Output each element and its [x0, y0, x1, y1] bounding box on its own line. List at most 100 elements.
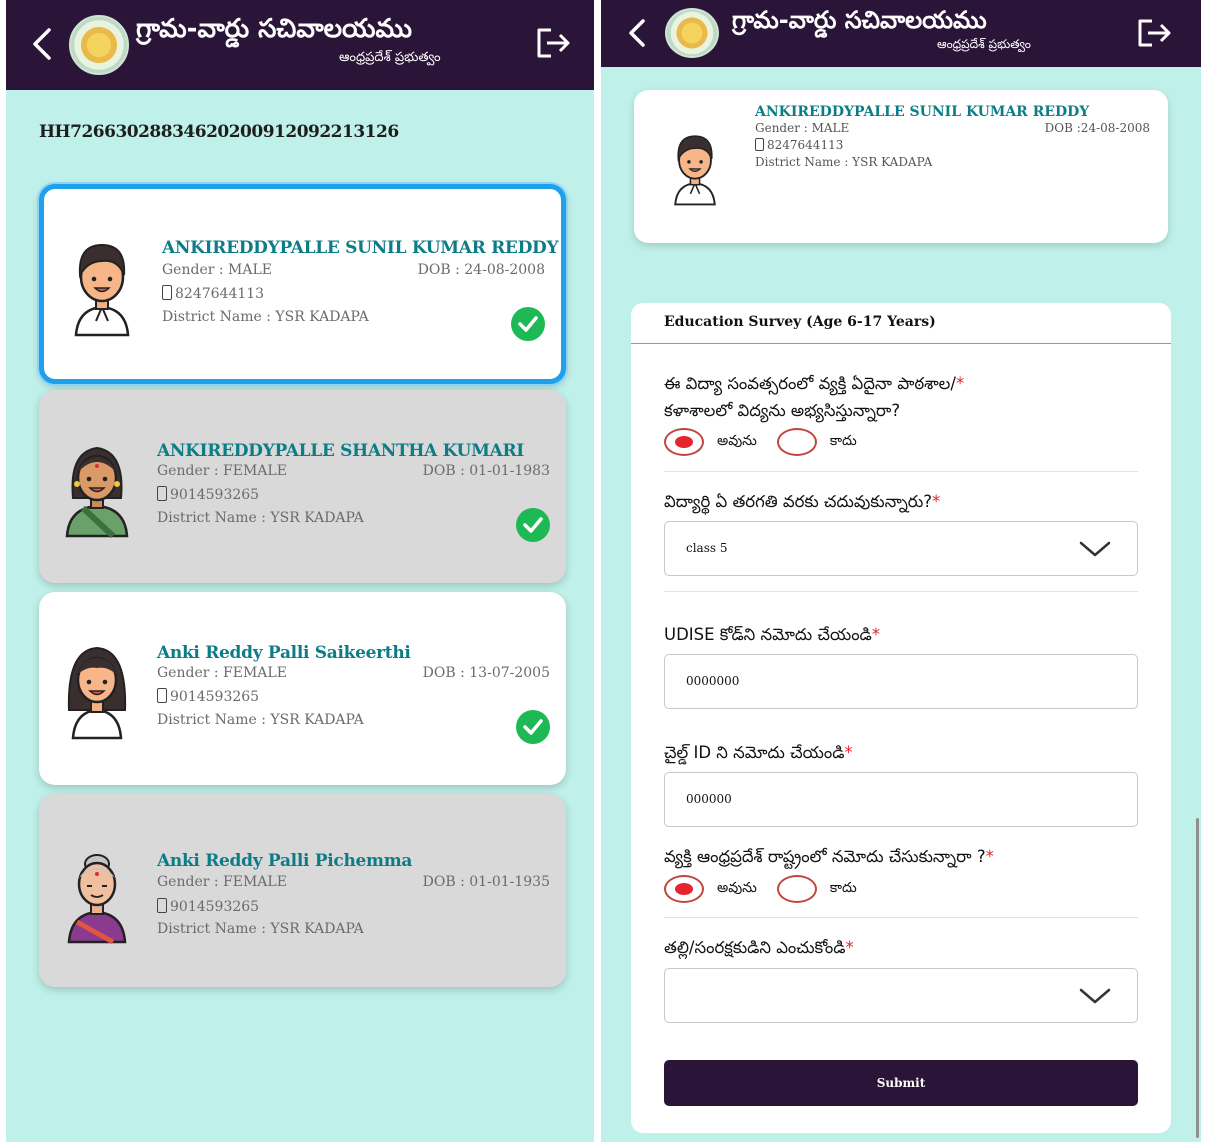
member-district: District Name : YSR KADAPA: [755, 155, 933, 169]
selected-member-card: ANKIREDDYPALLE SUNIL KUMAR REDDY Gender …: [634, 90, 1168, 243]
chevron-down-icon: [1079, 541, 1111, 557]
verified-check-icon: [516, 508, 550, 542]
member-dob: DOB :24-08-2008: [1044, 121, 1150, 135]
member-dob: DOB : 13-07-2005: [422, 665, 550, 681]
question-guardian: తల్లి/సంరక్షకుడిని ఎంచుకోండి*: [664, 938, 854, 957]
boy-avatar-icon: [74, 243, 130, 337]
household-id: HH72663028834620200912092213126: [39, 122, 399, 142]
divider: [664, 917, 1138, 918]
app-subtitle: ఆంధ్రప్రదేశ్ ప్రభుత్వం: [937, 37, 1031, 51]
member-list-screen: గ్రామ-వార్డు సచివాలయము ఆంధ్రప్రదేశ్ ప్రభ…: [6, 0, 594, 1142]
guardian-select[interactable]: [664, 968, 1138, 1023]
divider: [664, 471, 1138, 472]
member-phone: 8247644113: [162, 285, 264, 302]
form-title: Education Survey (Age 6-17 Years): [664, 314, 936, 330]
app-subtitle: ఆంధ్రప్రదేశ్ ప్రభుత్వం: [339, 50, 441, 65]
app-header: గ్రామ-వార్డు సచివాలయము ఆంధ్రప్రదేశ్ ప్రభ…: [6, 0, 594, 90]
logout-button[interactable]: [533, 23, 573, 63]
required-asterisk: *: [844, 743, 853, 762]
member-dob: DOB : 24-08-2008: [417, 262, 545, 278]
radio-label-no: కాదు: [829, 879, 857, 896]
member-name: ANKIREDDYPALLE SUNIL KUMAR REDDY: [162, 238, 559, 258]
phone-icon: [157, 486, 167, 501]
question-registered-ap: వ్యక్తి ఆంధ్రప్రదేశ్ రాష్ట్రంలో నమోదు చే…: [664, 847, 994, 866]
submit-button[interactable]: Submit: [664, 1060, 1138, 1106]
radio-group-studying: అవును కాదు: [664, 428, 877, 456]
chevron-down-icon: [1079, 988, 1111, 1004]
member-district: District Name : YSR KADAPA: [157, 921, 364, 937]
radio-yes-selected[interactable]: [664, 875, 704, 903]
member-dob: DOB : 01-01-1935: [422, 874, 550, 890]
radio-label-no: కాదు: [829, 432, 857, 449]
app-title: గ్రామ-వార్డు సచివాలయము: [732, 6, 987, 34]
ap-government-logo: [665, 8, 719, 58]
member-phone: 9014593265: [157, 898, 259, 915]
member-name: Anki Reddy Palli Pichemma: [157, 851, 413, 871]
udise-code-value: 0000000: [686, 674, 740, 688]
chevron-left-icon: [629, 19, 645, 47]
radio-group-registered: అవును కాదు: [664, 875, 877, 903]
radio-label-yes: అవును: [717, 432, 757, 449]
class-select[interactable]: class 5: [664, 521, 1138, 576]
member-gender: Gender : FEMALE: [157, 463, 287, 479]
logout-icon: [1138, 19, 1171, 47]
member-name: ANKIREDDYPALLE SHANTHA KUMARI: [157, 441, 524, 461]
member-phone: 9014593265: [157, 486, 259, 503]
logout-button[interactable]: [1134, 13, 1174, 53]
scrollbar[interactable]: [1196, 818, 1199, 1138]
phone-icon: [157, 688, 167, 703]
member-card[interactable]: Anki Reddy Palli Pichemma Gender : FEMAL…: [39, 794, 566, 987]
member-gender: Gender : MALE: [162, 262, 273, 278]
radio-label-yes: అవును: [717, 879, 757, 896]
required-asterisk: *: [955, 374, 965, 393]
child-id-input[interactable]: 000000: [664, 772, 1138, 827]
member-card[interactable]: ANKIREDDYPALLE SUNIL KUMAR REDDY Gender …: [39, 184, 566, 384]
app-header: గ్రామ-వార్డు సచివాలయము ఆంధ్రప్రదేశ్ ప్రభ…: [601, 0, 1201, 67]
phone-icon: [755, 138, 764, 151]
radio-dot: [675, 436, 693, 448]
required-asterisk: *: [871, 625, 881, 644]
education-survey-form: Education Survey (Age 6-17 Years) ఈ విద్…: [631, 303, 1171, 1133]
chevron-left-icon: [33, 28, 51, 60]
child-id-value: 000000: [686, 792, 732, 806]
phone-icon: [162, 285, 172, 300]
back-button[interactable]: [623, 13, 651, 53]
radio-no[interactable]: [776, 428, 817, 456]
member-phone: 8247644113: [755, 138, 843, 152]
verified-check-icon: [516, 710, 550, 744]
member-district: District Name : YSR KADAPA: [157, 510, 364, 526]
question-class: విద్యార్థి ఏ తరగతి వరకు చదువుకున్నారు?*: [664, 492, 941, 511]
question-studying: ఈ విద్యా సంవత్సరంలో వ్యక్తి ఏదైనా పాఠశాల…: [664, 374, 965, 420]
verified-check-icon: [511, 307, 545, 341]
member-district: District Name : YSR KADAPA: [157, 712, 364, 728]
member-card[interactable]: Anki Reddy Palli Saikeerthi Gender : FEM…: [39, 592, 566, 785]
required-asterisk: *: [845, 938, 854, 957]
member-gender: Gender : MALE: [755, 121, 850, 135]
back-button[interactable]: [28, 24, 56, 64]
radio-no[interactable]: [776, 875, 817, 903]
member-card[interactable]: ANKIREDDYPALLE SHANTHA KUMARI Gender : F…: [39, 390, 566, 583]
radio-yes-selected[interactable]: [664, 428, 704, 456]
member-gender: Gender : FEMALE: [157, 665, 287, 681]
member-district: District Name : YSR KADAPA: [162, 309, 369, 325]
education-survey-screen: గ్రామ-వార్డు సచివాలయము ఆంధ్రప్రదేశ్ ప్రభ…: [601, 0, 1201, 1142]
udise-code-input[interactable]: 0000000: [664, 654, 1138, 709]
radio-dot: [675, 883, 693, 895]
phone-icon: [157, 898, 167, 913]
member-gender: Gender : FEMALE: [157, 874, 287, 890]
app-title: గ్రామ-వార్డు సచివాలయము: [136, 14, 412, 44]
member-name: ANKIREDDYPALLE SUNIL KUMAR REDDY: [755, 104, 1090, 120]
ap-government-logo: [69, 15, 129, 75]
required-asterisk: *: [932, 492, 941, 511]
class-select-value: class 5: [686, 541, 728, 555]
woman-avatar-icon: [65, 446, 129, 538]
divider: [631, 343, 1171, 344]
elderly-woman-avatar-icon: [67, 854, 127, 944]
divider: [664, 591, 1138, 592]
member-phone: 9014593265: [157, 688, 259, 705]
required-asterisk: *: [985, 847, 994, 866]
member-dob: DOB : 01-01-1983: [422, 463, 550, 479]
question-udise: UDISE కోడ్‌ని నమోదు చేయండి*: [664, 625, 881, 644]
girl-avatar-icon: [67, 646, 127, 740]
question-child-id: చైల్డ్ ID ని నమోదు చేయండి*: [664, 743, 853, 762]
